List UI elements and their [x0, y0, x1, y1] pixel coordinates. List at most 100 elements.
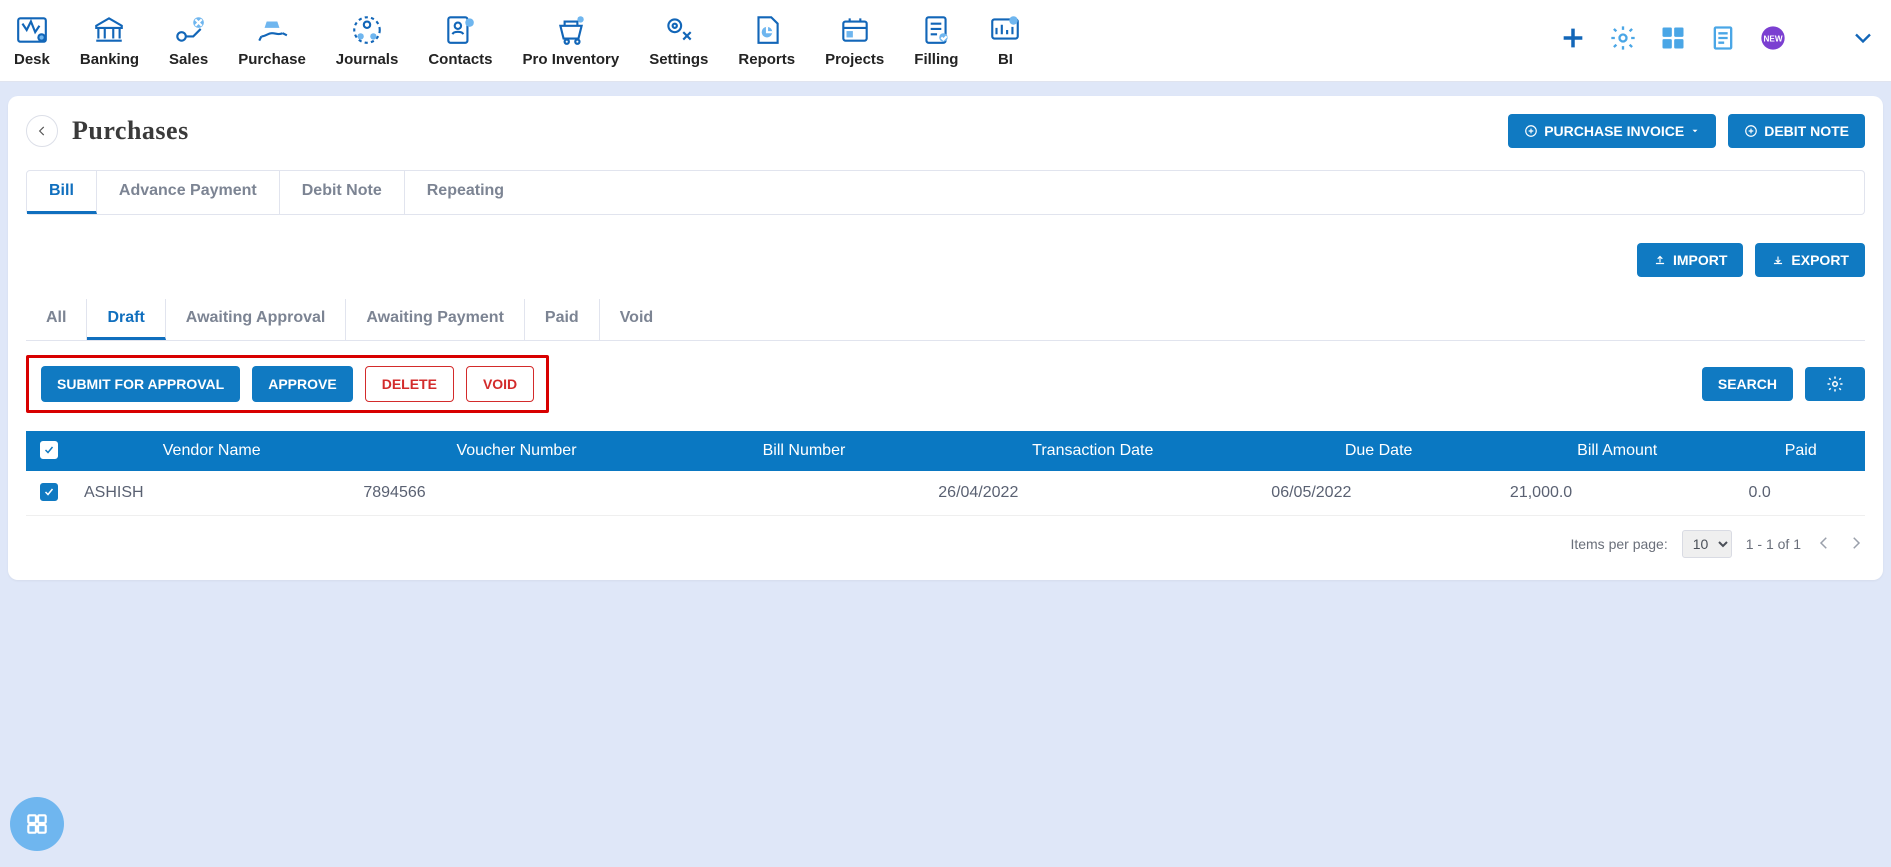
- chevron-right-icon: [1847, 534, 1865, 552]
- bank-icon: [92, 13, 126, 47]
- nav-contacts[interactable]: Contacts: [428, 13, 492, 68]
- nav-label: Desk: [14, 51, 50, 68]
- debit-note-button[interactable]: DEBIT NOTE: [1728, 114, 1865, 148]
- projects-icon: [838, 13, 872, 47]
- void-button[interactable]: VOID: [466, 366, 534, 402]
- nav-settings[interactable]: Settings: [649, 13, 708, 68]
- nav-filling[interactable]: Filling: [914, 13, 958, 68]
- nav-items: Desk Banking Sales Purchase Journals Con…: [14, 13, 1022, 68]
- nav-label: Filling: [914, 51, 958, 68]
- import-button[interactable]: IMPORT: [1637, 243, 1743, 277]
- cell-amount: 21,000.0: [1498, 471, 1737, 516]
- per-page-select[interactable]: 10: [1682, 530, 1732, 558]
- subtab-awaiting-approval[interactable]: Awaiting Approval: [166, 299, 347, 340]
- bulk-actions-highlight: SUBMIT FOR APPROVAL APPROVE DELETE VOID: [26, 355, 549, 413]
- pager-range: 1 - 1 of 1: [1746, 536, 1801, 552]
- subtab-awaiting-payment[interactable]: Awaiting Payment: [346, 299, 525, 340]
- cell-txn: 26/04/2022: [926, 471, 1259, 516]
- new-badge-icon[interactable]: NEW: [1759, 24, 1787, 57]
- nav-label: Projects: [825, 51, 884, 68]
- chevron-left-icon: [1815, 534, 1833, 552]
- export-button[interactable]: EXPORT: [1755, 243, 1865, 277]
- th-voucher[interactable]: Voucher Number: [351, 431, 681, 471]
- cell-vendor: ASHISH: [72, 471, 351, 516]
- page-title: Purchases: [72, 116, 189, 146]
- nav-inventory[interactable]: Pro Inventory: [523, 13, 620, 68]
- nav-banking[interactable]: Banking: [80, 13, 139, 68]
- subtab-paid[interactable]: Paid: [525, 299, 600, 340]
- pagination: Items per page: 10 1 - 1 of 1: [26, 530, 1865, 558]
- filling-icon: [919, 13, 953, 47]
- desk-icon: [15, 13, 49, 47]
- chevron-down-icon[interactable]: [1849, 24, 1877, 57]
- nav-reports[interactable]: Reports: [738, 13, 795, 68]
- cell-voucher: 7894566: [351, 471, 681, 516]
- calculator-icon[interactable]: [1659, 24, 1687, 57]
- chevron-left-icon: [35, 124, 49, 138]
- plus-circle-icon: [1744, 124, 1758, 138]
- th-bill[interactable]: Bill Number: [682, 431, 927, 471]
- button-label: EXPORT: [1791, 252, 1849, 268]
- th-txn[interactable]: Transaction Date: [926, 431, 1259, 471]
- subtab-void[interactable]: Void: [600, 299, 673, 340]
- plus-circle-icon: [1524, 124, 1538, 138]
- subtab-all[interactable]: All: [26, 299, 87, 340]
- purchase-icon: [255, 13, 289, 47]
- button-label: PURCHASE INVOICE: [1544, 123, 1684, 139]
- reports-icon: [750, 13, 784, 47]
- nav-projects[interactable]: Projects: [825, 13, 884, 68]
- purchase-invoice-button[interactable]: PURCHASE INVOICE: [1508, 114, 1716, 148]
- title-actions: PURCHASE INVOICE DEBIT NOTE: [1508, 114, 1865, 148]
- table-row[interactable]: ASHISH 7894566 26/04/2022 06/05/2022 21,…: [26, 471, 1865, 516]
- status-subtabs: All Draft Awaiting Approval Awaiting Pay…: [26, 299, 1865, 341]
- tab-debit-note[interactable]: Debit Note: [280, 171, 405, 214]
- delete-button[interactable]: DELETE: [365, 366, 454, 402]
- select-all-checkbox[interactable]: [40, 441, 58, 459]
- bi-icon: [988, 13, 1022, 47]
- apps-fab[interactable]: [10, 797, 64, 851]
- back-button[interactable]: [26, 115, 58, 147]
- import-export-row: IMPORT EXPORT: [26, 243, 1865, 277]
- nav-journals[interactable]: Journals: [336, 13, 399, 68]
- tab-repeating[interactable]: Repeating: [405, 171, 526, 214]
- tab-advance-payment[interactable]: Advance Payment: [97, 171, 280, 214]
- gear-icon[interactable]: [1609, 24, 1637, 57]
- download-icon: [1771, 253, 1785, 267]
- next-page-button[interactable]: [1847, 534, 1865, 555]
- add-icon[interactable]: [1559, 24, 1587, 57]
- page-card: Purchases PURCHASE INVOICE DEBIT NOTE Bi…: [8, 96, 1883, 580]
- nav-label: Journals: [336, 51, 399, 68]
- pager-label: Items per page:: [1570, 536, 1667, 552]
- inventory-icon: [554, 13, 588, 47]
- primary-tabs: Bill Advance Payment Debit Note Repeatin…: [26, 170, 1865, 215]
- th-due[interactable]: Due Date: [1259, 431, 1498, 471]
- row-checkbox[interactable]: [40, 483, 58, 501]
- cell-paid: 0.0: [1736, 471, 1865, 516]
- bulk-action-row: SUBMIT FOR APPROVAL APPROVE DELETE VOID …: [26, 355, 1865, 413]
- nav-bi[interactable]: BI: [988, 13, 1022, 68]
- title-row: Purchases PURCHASE INVOICE DEBIT NOTE: [26, 114, 1865, 148]
- submit-approval-button[interactable]: SUBMIT FOR APPROVAL: [41, 366, 240, 402]
- approve-button[interactable]: APPROVE: [252, 366, 352, 402]
- subtab-draft[interactable]: Draft: [87, 299, 165, 340]
- th-checkbox: [26, 431, 72, 471]
- nav-label: BI: [998, 51, 1013, 68]
- prev-page-button[interactable]: [1815, 534, 1833, 555]
- apps-icon: [24, 811, 50, 837]
- nav-purchase[interactable]: Purchase: [238, 13, 306, 68]
- table-settings-button[interactable]: [1805, 367, 1865, 401]
- button-label: IMPORT: [1673, 252, 1727, 268]
- search-button[interactable]: SEARCH: [1702, 367, 1793, 401]
- tab-bill[interactable]: Bill: [27, 171, 97, 214]
- gear-icon: [1826, 375, 1844, 393]
- action-right: SEARCH: [1702, 367, 1865, 401]
- th-paid[interactable]: Paid: [1736, 431, 1865, 471]
- caret-down-icon: [1690, 126, 1700, 136]
- note-icon[interactable]: [1709, 24, 1737, 57]
- top-right-actions: NEW: [1559, 24, 1877, 57]
- th-vendor[interactable]: Vendor Name: [72, 431, 351, 471]
- th-amount[interactable]: Bill Amount: [1498, 431, 1737, 471]
- nav-desk[interactable]: Desk: [14, 13, 50, 68]
- nav-sales[interactable]: Sales: [169, 13, 208, 68]
- table-head: Vendor Name Voucher Number Bill Number T…: [26, 431, 1865, 471]
